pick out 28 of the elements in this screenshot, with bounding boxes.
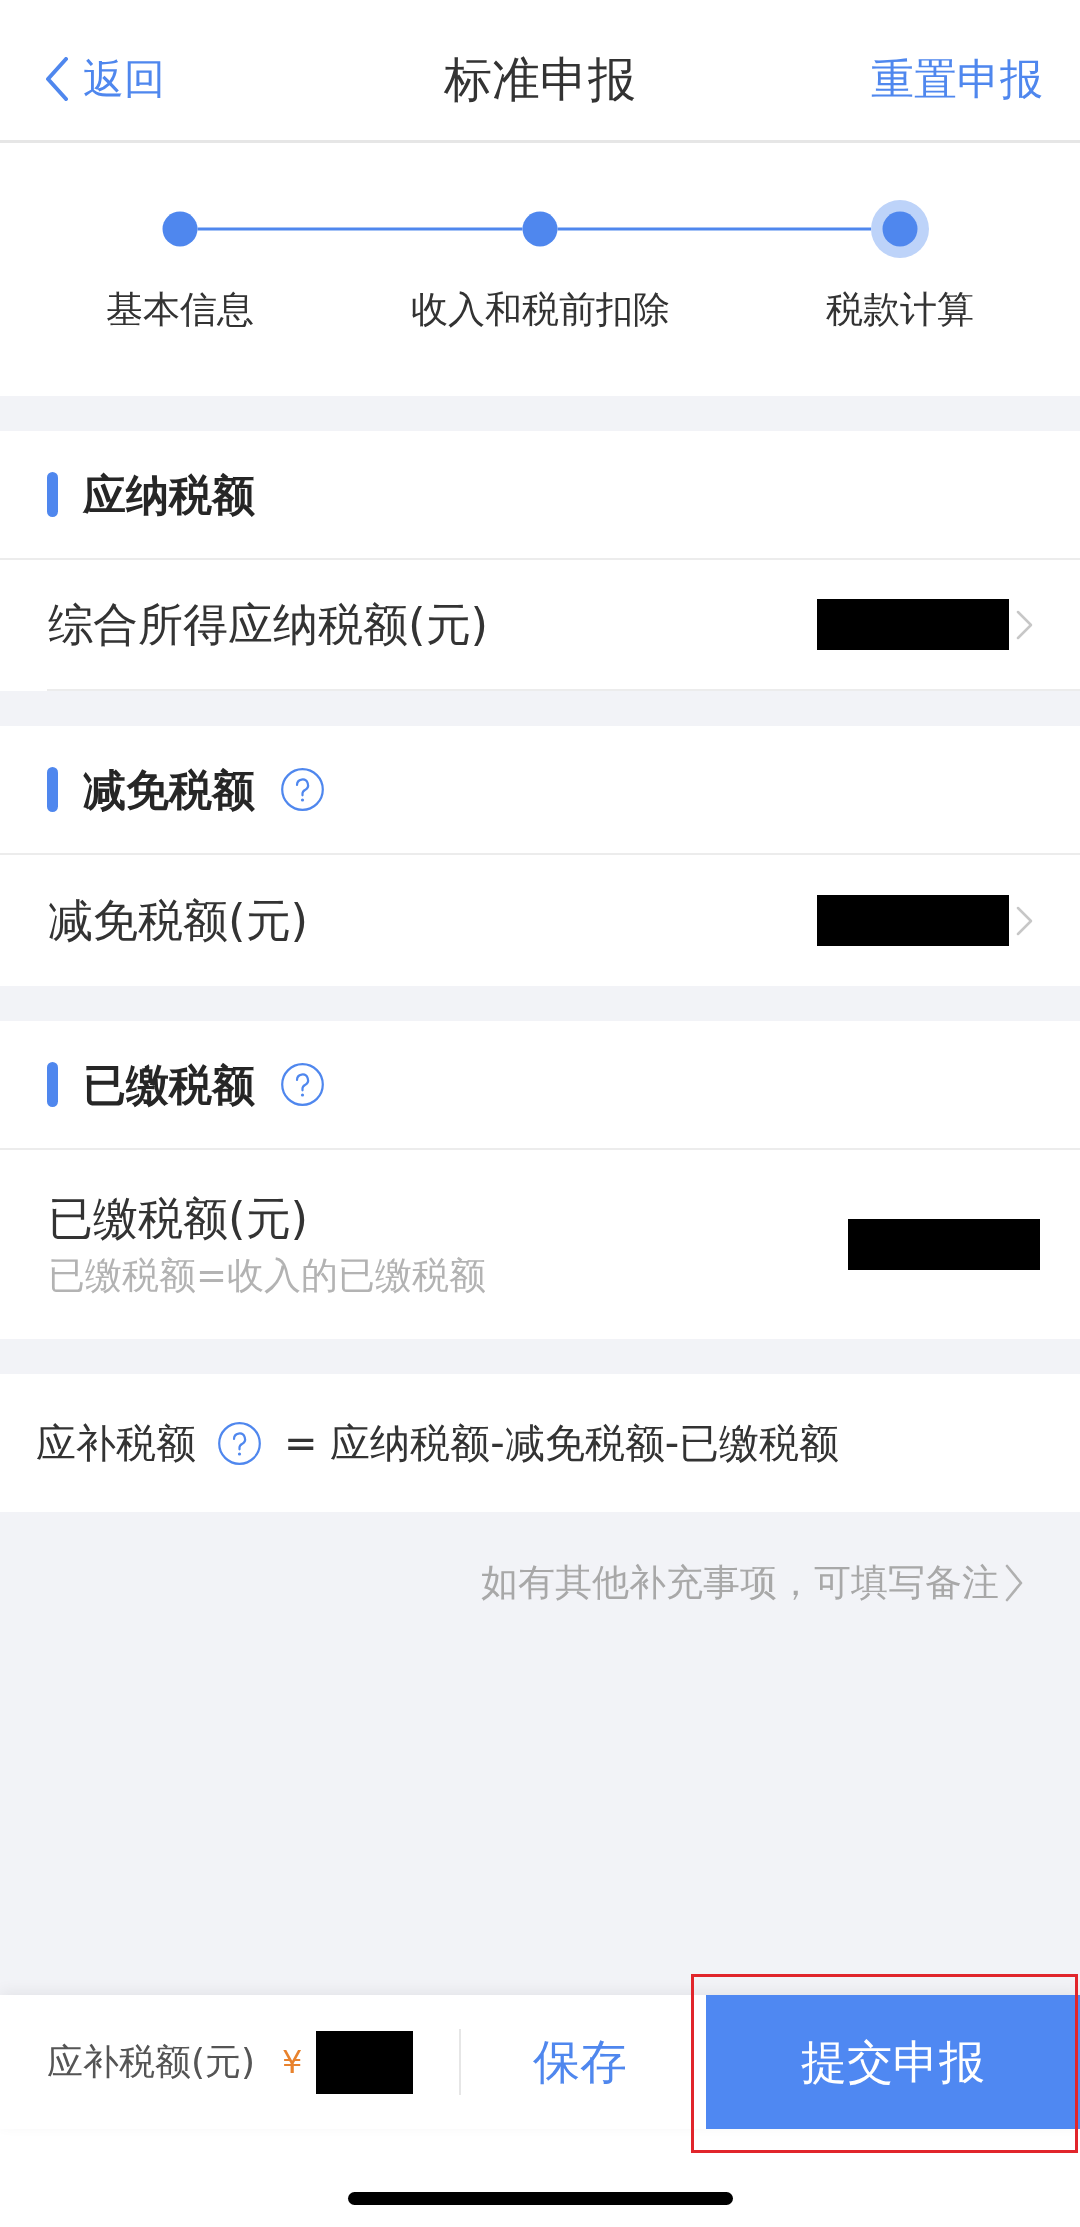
section-title: 已缴税额 bbox=[83, 1058, 255, 1111]
page-title: 标准申报 bbox=[444, 50, 636, 108]
chevron-left-icon bbox=[45, 57, 69, 101]
row-label: 已缴税额(元) bbox=[48, 1190, 310, 1247]
help-icon[interactable] bbox=[281, 1063, 324, 1106]
section-title: 应纳税额 bbox=[83, 468, 255, 521]
accent-bar-icon bbox=[47, 1062, 58, 1107]
row-label: 综合所得应纳税额(元) bbox=[48, 596, 490, 653]
save-button[interactable]: 保存 bbox=[533, 2034, 628, 2090]
formula-term: 应补税额 bbox=[36, 1419, 196, 1468]
help-icon[interactable] bbox=[281, 768, 324, 811]
submit-button[interactable]: 提交申报 bbox=[706, 1995, 1080, 2129]
reset-button[interactable]: 重置申报 bbox=[871, 53, 1043, 105]
section-title: 减免税额 bbox=[83, 763, 255, 816]
accent-bar-icon bbox=[47, 767, 58, 812]
currency-symbol: ¥ bbox=[282, 2042, 303, 2082]
step-label: 基本信息 bbox=[105, 288, 255, 332]
help-icon[interactable] bbox=[218, 1421, 261, 1465]
formula-expression: = 应纳税额-减免税额-已缴税额 bbox=[284, 1419, 840, 1468]
step-label: 收入和税前扣除 bbox=[409, 288, 671, 332]
chevron-right-icon bbox=[1005, 1564, 1023, 1602]
remark-link[interactable]: 如有其他补充事项，可填写备注 bbox=[481, 1561, 1023, 1605]
row-note: 已缴税额=收入的已缴税额 bbox=[48, 1252, 487, 1299]
accent-bar-icon bbox=[47, 472, 58, 517]
back-button[interactable]: 返回 bbox=[45, 54, 165, 104]
row-label: 减免税额(元) bbox=[48, 892, 310, 949]
amount-label: 应补税额(元) bbox=[47, 2040, 256, 2084]
step-label: 税款计算 bbox=[825, 288, 975, 332]
